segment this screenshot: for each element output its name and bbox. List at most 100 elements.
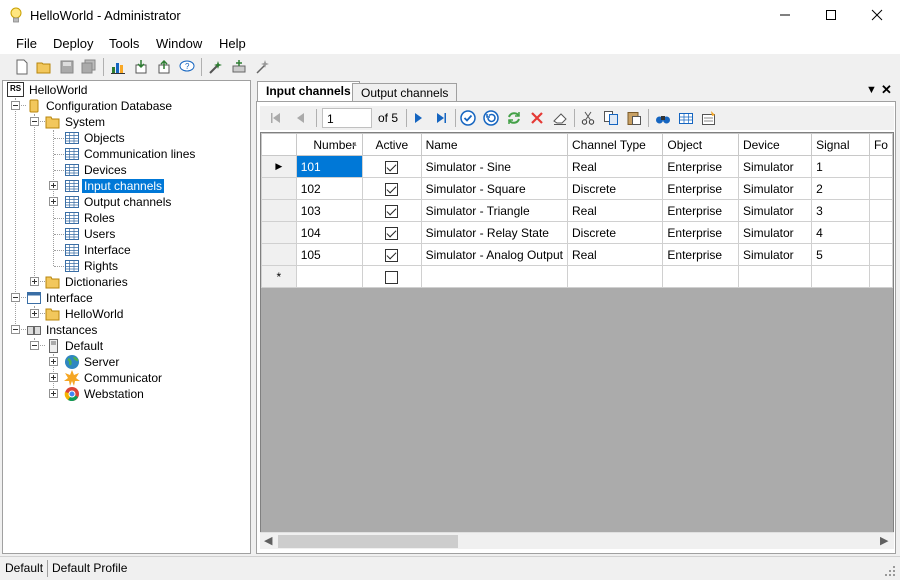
- wizard-icon[interactable]: [254, 59, 270, 75]
- scroll-right-icon[interactable]: ▶: [880, 534, 888, 547]
- apply-icon[interactable]: [460, 110, 476, 126]
- cell-active[interactable]: [362, 243, 422, 266]
- cell-channel-type[interactable]: [566, 265, 664, 288]
- properties-icon[interactable]: [701, 110, 717, 126]
- cell-fo[interactable]: [868, 155, 893, 178]
- active-checkbox[interactable]: [385, 226, 399, 240]
- collapse-icon[interactable]: [30, 341, 39, 350]
- expand-icon[interactable]: [49, 373, 58, 382]
- refresh-icon[interactable]: [506, 110, 522, 126]
- deploy-icon[interactable]: [208, 59, 224, 75]
- copy-icon[interactable]: [603, 110, 619, 126]
- table-row[interactable]: 102 Simulator - Square Discrete Enterpri…: [261, 177, 893, 200]
- expand-icon[interactable]: [30, 277, 39, 286]
- cell-number[interactable]: 101: [295, 155, 364, 178]
- tab-dropdown-icon[interactable]: ▼: [866, 84, 877, 96]
- minimize-button[interactable]: [762, 0, 808, 30]
- save-icon[interactable]: [59, 59, 75, 75]
- cell-name[interactable]: Simulator - Triangle: [420, 199, 569, 222]
- menu-help[interactable]: Help: [219, 36, 246, 51]
- cell-fo[interactable]: [868, 243, 893, 266]
- cell-number[interactable]: 105: [295, 243, 364, 266]
- cell-device[interactable]: Simulator: [737, 243, 813, 266]
- cell-device[interactable]: Simulator: [737, 177, 813, 200]
- cell-device[interactable]: [737, 265, 813, 288]
- tab-close-icon[interactable]: ✕: [881, 82, 892, 98]
- cell-device[interactable]: Simulator: [737, 155, 813, 178]
- chart-icon[interactable]: [110, 59, 126, 75]
- cell-active[interactable]: [362, 199, 422, 222]
- menu-deploy[interactable]: Deploy: [53, 36, 93, 51]
- table-row[interactable]: 103 Simulator - Triangle Real Enterprise…: [261, 199, 893, 222]
- table-row[interactable]: ▶ 101 Simulator - Sine Real Enterprise S…: [261, 155, 893, 178]
- scrollbar-thumb[interactable]: [278, 535, 458, 548]
- column-header-number[interactable]: Number ▲: [295, 133, 364, 156]
- active-checkbox[interactable]: [385, 270, 399, 284]
- import-icon[interactable]: [133, 59, 149, 75]
- next-record-icon[interactable]: [410, 110, 426, 126]
- cell-object[interactable]: Enterprise: [662, 221, 739, 244]
- new-icon[interactable]: [14, 59, 30, 75]
- collapse-icon[interactable]: [11, 293, 20, 302]
- tab-output-channels[interactable]: Output channels: [352, 83, 458, 102]
- cell-object[interactable]: Enterprise: [662, 243, 739, 266]
- menu-file[interactable]: File: [16, 36, 37, 51]
- find-icon[interactable]: [655, 110, 671, 126]
- configuration-tree[interactable]: RS HelloWorld Configuration Database Sys…: [2, 80, 251, 554]
- resize-grip-icon[interactable]: [884, 565, 896, 577]
- cell-active[interactable]: [362, 177, 422, 200]
- cell-signal[interactable]: 4: [811, 221, 870, 244]
- cell-channel-type[interactable]: Discrete: [566, 177, 664, 200]
- collapse-icon[interactable]: [11, 325, 20, 334]
- cell-object[interactable]: Enterprise: [662, 177, 739, 200]
- cell-name[interactable]: [420, 265, 569, 288]
- save-all-icon[interactable]: [81, 59, 97, 75]
- cell-number[interactable]: 104: [295, 221, 364, 244]
- new-row[interactable]: *: [261, 265, 893, 288]
- cell-channel-type[interactable]: Real: [566, 199, 664, 222]
- undo-icon[interactable]: [483, 110, 499, 126]
- export-icon[interactable]: [156, 59, 172, 75]
- cell-signal[interactable]: 5: [811, 243, 870, 266]
- help-icon[interactable]: ?: [179, 59, 195, 75]
- cell-number[interactable]: 103: [295, 199, 364, 222]
- active-checkbox[interactable]: [385, 248, 399, 262]
- expand-icon[interactable]: [30, 309, 39, 318]
- table-row[interactable]: 105 Simulator - Analog Output Real Enter…: [261, 243, 893, 266]
- cell-signal[interactable]: 1: [811, 155, 870, 178]
- menu-window[interactable]: Window: [156, 36, 202, 51]
- cell-signal[interactable]: [811, 265, 870, 288]
- cell-device[interactable]: Simulator: [737, 199, 813, 222]
- expand-icon[interactable]: [49, 389, 58, 398]
- eraser-icon[interactable]: [552, 110, 568, 126]
- active-checkbox[interactable]: [385, 204, 399, 218]
- cell-name[interactable]: Simulator - Sine: [420, 155, 569, 178]
- close-button[interactable]: [854, 0, 900, 30]
- cell-fo[interactable]: [868, 265, 893, 288]
- cell-name[interactable]: Simulator - Square: [420, 177, 569, 200]
- cell-signal[interactable]: 3: [811, 199, 870, 222]
- column-header-active[interactable]: Active: [362, 133, 422, 156]
- active-checkbox[interactable]: [385, 182, 399, 196]
- column-header-device[interactable]: Device: [737, 133, 813, 156]
- cell-active[interactable]: [362, 265, 422, 288]
- column-header-signal[interactable]: Signal: [811, 133, 870, 156]
- collapse-icon[interactable]: [11, 101, 20, 110]
- collapse-icon[interactable]: [30, 117, 39, 126]
- column-header-fo[interactable]: Fo: [868, 133, 893, 156]
- column-header-name[interactable]: Name: [420, 133, 569, 156]
- cell-name[interactable]: Simulator - Relay State: [420, 221, 569, 244]
- delete-icon[interactable]: [529, 110, 545, 126]
- cell-object[interactable]: [662, 265, 739, 288]
- paste-icon[interactable]: [626, 110, 642, 126]
- cell-channel-type[interactable]: Discrete: [566, 221, 664, 244]
- cell-device[interactable]: Simulator: [737, 221, 813, 244]
- column-header-channel-type[interactable]: Channel Type: [566, 133, 664, 156]
- add-icon[interactable]: [231, 59, 247, 75]
- table-settings-icon[interactable]: [678, 110, 694, 126]
- cell-fo[interactable]: [868, 177, 893, 200]
- record-position-input[interactable]: 1: [322, 108, 372, 128]
- cell-object[interactable]: Enterprise: [662, 155, 739, 178]
- active-checkbox[interactable]: [385, 160, 399, 174]
- cell-fo[interactable]: [868, 199, 893, 222]
